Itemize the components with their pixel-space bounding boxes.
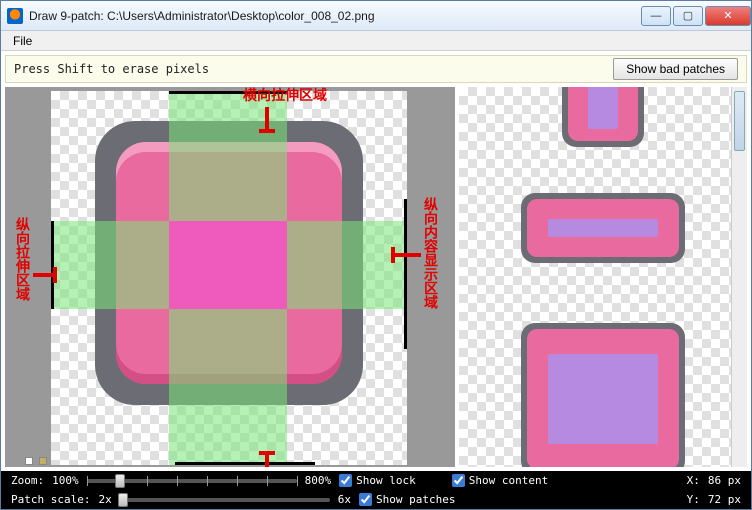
preview-1 (562, 87, 644, 147)
show-content-label: Show content (469, 474, 548, 487)
arrow-v-content (393, 253, 421, 257)
arrow-v-stretch (33, 273, 55, 277)
scrollbar-thumb[interactable] (734, 91, 745, 151)
zoom-max: 800% (305, 474, 332, 487)
main-split: 横向拉伸区域 纵向拉伸区域 纵向内容显示区域 横向内容显示区域 (1, 87, 751, 471)
zoom-slider-thumb[interactable] (115, 474, 125, 488)
resize-handle-1[interactable] (25, 457, 33, 465)
zoom-label: Zoom: (11, 474, 44, 487)
left-stretch-marker[interactable] (51, 221, 54, 309)
edit-canvas[interactable] (51, 91, 407, 465)
preview-vertical-scrollbar[interactable] (731, 87, 747, 467)
titlebar: Draw 9-patch: C:\Users\Administrator\Des… (1, 1, 751, 31)
show-patches-input[interactable] (359, 493, 372, 506)
resize-handle-2[interactable] (39, 457, 47, 465)
show-patches-checkbox[interactable]: Show patches (359, 493, 455, 506)
annotation-v-content: 纵向内容显示区域 (421, 197, 441, 309)
status-bar: Zoom: 100% 800% Show lock Show content X… (1, 471, 751, 509)
minimize-button[interactable]: — (641, 6, 671, 26)
hint-text: Press Shift to erase pixels (14, 62, 613, 76)
annotation-v-stretch: 纵向拉伸区域 (13, 217, 33, 301)
right-content-marker[interactable] (404, 199, 407, 349)
show-lock-input[interactable] (339, 474, 352, 487)
show-lock-label: Show lock (356, 474, 416, 487)
content-area: Press Shift to erase pixels Show bad pat… (1, 51, 751, 509)
annotation-h-stretch: 横向拉伸区域 (185, 87, 385, 105)
show-bad-patches-button[interactable]: Show bad patches (613, 58, 738, 80)
show-content-checkbox[interactable]: Show content (452, 474, 548, 487)
y-value: 72 px (708, 493, 741, 506)
show-lock-checkbox[interactable]: Show lock (339, 474, 416, 487)
window-title: Draw 9-patch: C:\Users\Administrator\Des… (29, 9, 641, 23)
patch-scale-label: Patch scale: (11, 493, 90, 506)
hint-toolbar: Press Shift to erase pixels Show bad pat… (5, 55, 747, 83)
arrow-h-stretch-head (259, 129, 275, 133)
show-patches-label: Show patches (376, 493, 455, 506)
patch-scale-thumb[interactable] (118, 493, 128, 507)
preview-pane (459, 87, 747, 467)
arrow-v-stretch-head (53, 267, 57, 283)
java-icon (7, 8, 23, 24)
zoom-min: 100% (52, 474, 79, 487)
y-label: Y: (687, 493, 700, 506)
close-button[interactable]: ✕ (705, 6, 751, 26)
arrow-h-content-head (259, 451, 275, 455)
maximize-button[interactable]: ▢ (673, 6, 703, 26)
patch-max: 6x (338, 493, 351, 506)
app-window: Draw 9-patch: C:\Users\Administrator\Des… (0, 0, 752, 510)
arrow-h-content (265, 453, 269, 467)
zoom-slider[interactable] (87, 479, 297, 483)
center-patch (169, 221, 287, 309)
x-value: 86 px (708, 474, 741, 487)
x-label: X: (687, 474, 700, 487)
window-controls: — ▢ ✕ (641, 6, 751, 26)
preview-3 (521, 323, 685, 467)
patch-scale-slider[interactable] (120, 498, 330, 502)
menu-file[interactable]: File (7, 32, 38, 50)
patch-min: 2x (98, 493, 111, 506)
arrow-h-stretch (265, 107, 269, 129)
arrow-v-content-head (391, 247, 395, 263)
bottom-content-marker[interactable] (175, 462, 315, 465)
show-content-input[interactable] (452, 474, 465, 487)
menubar: File (1, 31, 751, 51)
preview-2 (521, 193, 685, 263)
edit-pane[interactable]: 横向拉伸区域 纵向拉伸区域 纵向内容显示区域 横向内容显示区域 (5, 87, 455, 467)
